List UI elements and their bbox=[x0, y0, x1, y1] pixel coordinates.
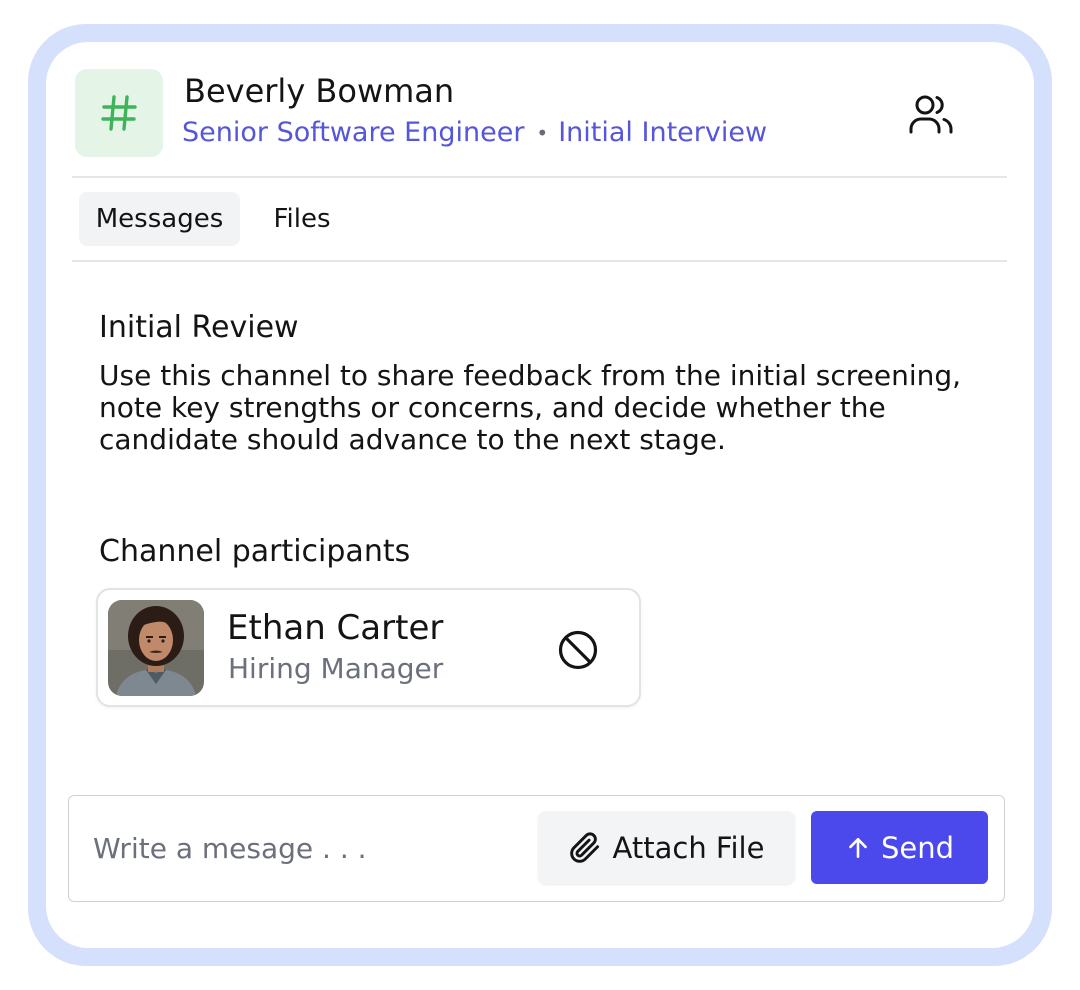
tab-messages[interactable]: Messages bbox=[79, 192, 240, 246]
block-icon bbox=[558, 630, 598, 670]
avatar bbox=[108, 600, 204, 696]
channel-badge bbox=[75, 69, 163, 157]
attach-file-label: Attach File bbox=[612, 830, 765, 865]
message-input[interactable] bbox=[91, 824, 521, 872]
members-button[interactable] bbox=[902, 88, 960, 140]
tab-files[interactable]: Files bbox=[258, 192, 346, 246]
participant-card: Ethan Carter Hiring Manager bbox=[96, 588, 641, 707]
participant-name: Ethan Carter bbox=[227, 608, 444, 648]
message-composer: Attach File Send bbox=[68, 795, 1005, 902]
channel-title: Initial Review bbox=[99, 310, 299, 345]
header-divider bbox=[72, 176, 1007, 178]
remove-participant-button[interactable] bbox=[553, 625, 603, 675]
arrow-up-icon bbox=[849, 837, 867, 858]
candidate-name: Beverly Bowman bbox=[184, 72, 455, 110]
channel-description: Use this channel to share feedback from … bbox=[99, 359, 962, 456]
users-icon bbox=[909, 95, 953, 134]
participant-role: Hiring Manager bbox=[228, 652, 444, 685]
job-title-link[interactable]: Senior Software Engineer bbox=[182, 117, 524, 148]
hash-icon bbox=[101, 95, 137, 131]
separator-dot: • bbox=[536, 120, 549, 145]
send-label: Send bbox=[880, 830, 955, 865]
paperclip-icon bbox=[569, 831, 599, 863]
send-button[interactable]: Send bbox=[811, 811, 988, 884]
header-subtitle: Senior Software Engineer • Initial Inter… bbox=[182, 117, 767, 148]
attach-file-button[interactable]: Attach File bbox=[538, 811, 795, 884]
participants-heading: Channel participants bbox=[99, 534, 411, 569]
tabs-divider bbox=[72, 260, 1007, 262]
stage-link[interactable]: Initial Interview bbox=[558, 117, 767, 148]
